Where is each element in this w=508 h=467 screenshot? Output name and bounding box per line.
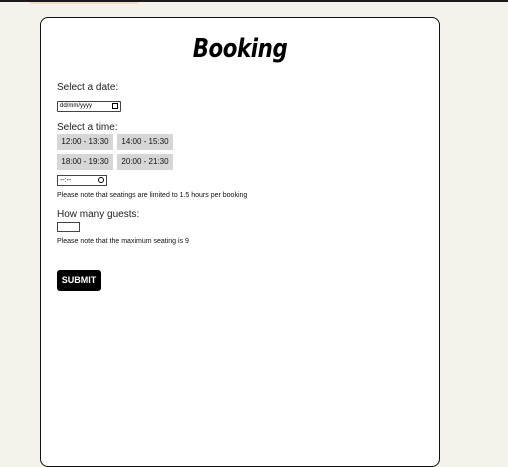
guests-input[interactable] [57, 222, 80, 232]
booking-card: Booking Select a date: dd/mm/yyyy Select… [40, 17, 440, 467]
top-accent [30, 2, 138, 4]
max-seating-note: Please note that the maximum seating is … [57, 238, 189, 245]
time-placeholder: --:-- [60, 177, 72, 184]
time-slot-button[interactable]: 12:00 - 13:30 [57, 134, 113, 150]
time-slot-button[interactable]: 18:00 - 19:30 [57, 154, 113, 170]
time-input[interactable]: --:-- [57, 175, 107, 186]
guests-label: How many guests: [57, 209, 140, 220]
date-label: Select a date: [57, 82, 119, 93]
time-slot-button[interactable]: 20:00 - 21:30 [117, 154, 173, 170]
date-placeholder: dd/mm/yyyy [60, 103, 93, 109]
clock-icon[interactable] [98, 177, 104, 183]
seating-note: Please note that seatings are limited to… [57, 192, 248, 199]
time-slot-button[interactable]: 14:00 - 15:30 [117, 134, 173, 150]
submit-button[interactable]: SUBMIT [57, 270, 101, 291]
page-title: Booking [192, 34, 288, 64]
date-input[interactable]: dd/mm/yyyy [57, 101, 121, 112]
calendar-icon[interactable] [112, 103, 118, 109]
time-label: Select a time: [57, 122, 118, 133]
